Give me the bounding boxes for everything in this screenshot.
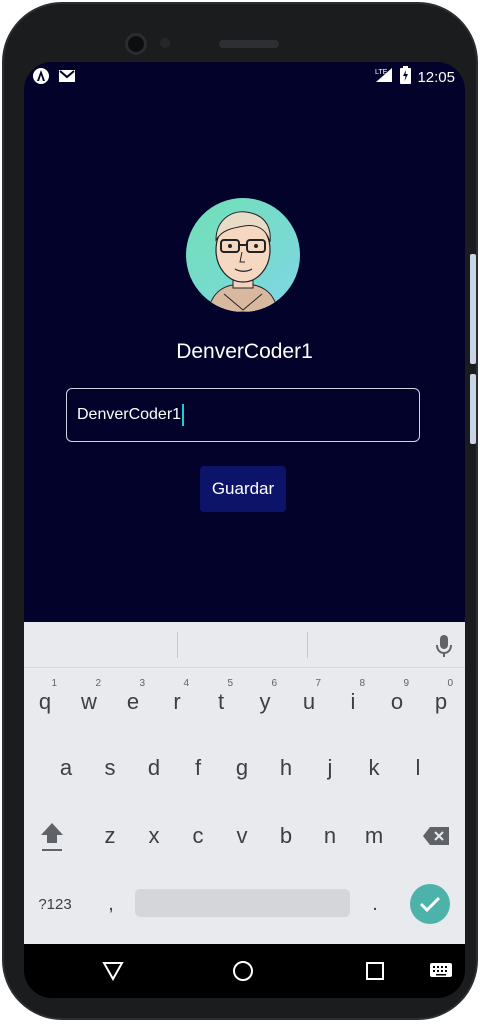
key-j[interactable]: j bbox=[310, 740, 350, 796]
comma-key[interactable]: , bbox=[96, 876, 126, 932]
power-button bbox=[470, 374, 476, 444]
key-s[interactable]: s bbox=[90, 740, 130, 796]
key-label: e bbox=[126, 689, 140, 714]
volume-button bbox=[470, 254, 476, 364]
key-label: o bbox=[390, 689, 404, 714]
period-key[interactable]: . bbox=[360, 876, 390, 932]
keyboard-switch-icon[interactable] bbox=[426, 956, 456, 986]
key-h[interactable]: h bbox=[266, 740, 306, 796]
key-d[interactable]: d bbox=[134, 740, 174, 796]
key-i[interactable]: i8 bbox=[333, 674, 373, 730]
front-camera bbox=[125, 33, 147, 55]
key-e[interactable]: e3 bbox=[113, 674, 153, 730]
key-g[interactable]: g bbox=[222, 740, 262, 796]
key-number-hint: 1 bbox=[51, 678, 57, 689]
key-v[interactable]: v bbox=[222, 808, 262, 864]
suggestion-divider bbox=[177, 632, 178, 658]
suggestion-strip bbox=[24, 622, 465, 668]
key-label: i bbox=[350, 689, 356, 714]
key-label: w bbox=[81, 689, 97, 714]
navigation-bar bbox=[24, 944, 465, 998]
key-number-hint: 5 bbox=[227, 678, 233, 689]
key-label: p bbox=[434, 689, 448, 714]
key-x[interactable]: x bbox=[134, 808, 174, 864]
keyboard-row-1: q1w2e3r4t5y6u7i8o9p0 bbox=[24, 674, 465, 734]
key-o[interactable]: o9 bbox=[377, 674, 417, 730]
key-l[interactable]: l bbox=[398, 740, 438, 796]
lte-signal-icon: LTE bbox=[374, 66, 394, 88]
key-w[interactable]: w2 bbox=[69, 674, 109, 730]
save-button[interactable]: Guardar bbox=[200, 466, 286, 512]
key-r[interactable]: r4 bbox=[157, 674, 197, 730]
notification-a-icon bbox=[32, 67, 50, 85]
key-number-hint: 6 bbox=[271, 678, 277, 689]
key-number-hint: 7 bbox=[315, 678, 321, 689]
avatar bbox=[186, 198, 300, 312]
key-b[interactable]: b bbox=[266, 808, 306, 864]
key-t[interactable]: t5 bbox=[201, 674, 241, 730]
text-caret bbox=[182, 404, 185, 426]
suggestion-divider bbox=[307, 632, 308, 658]
key-k[interactable]: k bbox=[354, 740, 394, 796]
key-number-hint: 9 bbox=[403, 678, 409, 689]
gmail-icon bbox=[58, 67, 76, 85]
keyboard-row-2: asdfghjkl bbox=[24, 740, 465, 800]
soft-keyboard: q1w2e3r4t5y6u7i8o9p0 asdfghjkl zxcvbnm ?… bbox=[24, 622, 465, 944]
recents-icon[interactable] bbox=[360, 956, 390, 986]
key-p[interactable]: p0 bbox=[421, 674, 461, 730]
key-c[interactable]: c bbox=[178, 808, 218, 864]
username-input-value: DenverCoder1 bbox=[77, 406, 182, 423]
key-number-hint: 4 bbox=[183, 678, 189, 689]
phone-frame: LTE 12:05 DenverCoder1 DenverCoder1 Guar… bbox=[2, 2, 478, 1020]
key-label: u bbox=[302, 689, 316, 714]
symbols-key[interactable]: ?123 bbox=[30, 876, 80, 932]
clock: 12:05 bbox=[417, 68, 455, 86]
battery-charging-icon bbox=[400, 66, 412, 88]
proximity-sensor bbox=[160, 38, 170, 48]
key-label: q bbox=[38, 689, 52, 714]
key-n[interactable]: n bbox=[310, 808, 350, 864]
key-number-hint: 3 bbox=[139, 678, 145, 689]
key-label: t bbox=[217, 689, 225, 714]
key-f[interactable]: f bbox=[178, 740, 218, 796]
profile-username: DenverCoder1 bbox=[176, 340, 313, 363]
svg-text:LTE: LTE bbox=[375, 69, 388, 76]
app-screen: LTE 12:05 DenverCoder1 DenverCoder1 Guar… bbox=[24, 62, 465, 998]
key-label: y bbox=[259, 689, 271, 714]
checkmark-icon bbox=[419, 896, 441, 913]
key-q[interactable]: q1 bbox=[25, 674, 65, 730]
key-a[interactable]: a bbox=[46, 740, 86, 796]
key-m[interactable]: m bbox=[354, 808, 394, 864]
back-icon[interactable] bbox=[98, 956, 128, 986]
key-number-hint: 8 bbox=[359, 678, 365, 689]
keyboard-row-4: ?123 , . bbox=[24, 876, 465, 936]
key-y[interactable]: y6 bbox=[245, 674, 285, 730]
status-bar: LTE 12:05 bbox=[24, 62, 465, 90]
shift-key[interactable] bbox=[32, 808, 72, 864]
username-input[interactable]: DenverCoder1 bbox=[66, 388, 420, 442]
microphone-icon[interactable] bbox=[434, 634, 454, 658]
enter-key[interactable] bbox=[410, 884, 450, 924]
backspace-key[interactable] bbox=[416, 808, 456, 864]
home-icon[interactable] bbox=[228, 956, 258, 986]
space-bar[interactable] bbox=[135, 889, 350, 917]
earpiece-speaker bbox=[219, 40, 279, 48]
key-z[interactable]: z bbox=[90, 808, 130, 864]
key-number-hint: 2 bbox=[95, 678, 101, 689]
key-label: r bbox=[173, 689, 181, 714]
key-number-hint: 0 bbox=[447, 678, 453, 689]
key-u[interactable]: u7 bbox=[289, 674, 329, 730]
keyboard-row-3: zxcvbnm bbox=[24, 808, 465, 868]
